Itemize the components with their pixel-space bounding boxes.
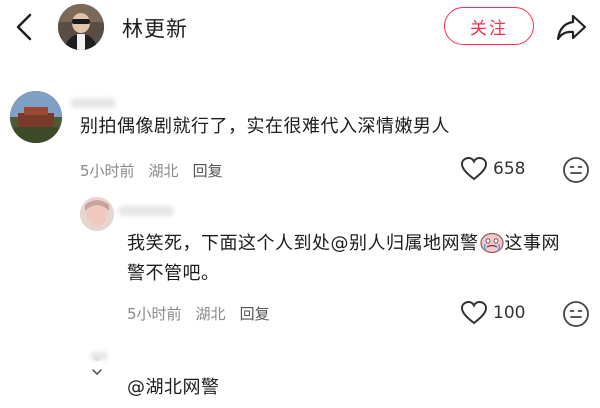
like-count: 100	[493, 303, 526, 323]
like-button[interactable]: 658	[461, 157, 525, 181]
emoji-reaction-button[interactable]	[562, 300, 590, 328]
top-bar: 林更新 关注	[0, 0, 600, 60]
reply-location: 湖北	[195, 305, 226, 323]
chevron-left-icon	[16, 13, 32, 41]
commenter-avatar[interactable]	[10, 91, 62, 143]
comment-text: 别拍偶像剧就行了，实在很难代入深情嫩男人	[80, 116, 450, 137]
author-name: 林更新	[122, 17, 188, 41]
reply-time: 5小时前	[127, 305, 182, 323]
crying-face-emoji	[479, 232, 504, 253]
third-comment-text: @湖北网警	[127, 377, 220, 398]
follow-button[interactable]: 关注	[444, 7, 534, 45]
emoji-reaction-button[interactable]	[562, 156, 590, 184]
reply-meta: 5小时前 湖北 回复	[127, 303, 270, 324]
heart-outline-icon	[461, 157, 487, 181]
smiley-face-icon	[563, 157, 589, 183]
like-button[interactable]: 100	[461, 301, 525, 325]
third-commenter-name-blurred	[90, 352, 108, 360]
smiley-face-icon	[563, 301, 589, 327]
reply-button[interactable]: 回复	[240, 303, 270, 324]
heart-outline-icon	[461, 301, 487, 325]
comment-time: 5小时前	[80, 162, 135, 180]
comment-meta: 5小时前 湖北 回复	[80, 160, 223, 181]
share-button[interactable]	[554, 10, 588, 44]
replier-name-blurred	[118, 206, 174, 216]
share-arrow-icon	[556, 14, 587, 41]
back-button[interactable]	[10, 10, 40, 44]
reply-text: 我笑死，下面这个人到处@别人归属地网警 这事网警不管吧。	[127, 229, 567, 289]
reply-button[interactable]: 回复	[193, 160, 223, 181]
author-avatar[interactable]	[58, 4, 104, 50]
reply-text-part-1: 我笑死，下面这个人到处@别人归属地网警	[127, 233, 479, 254]
like-count: 658	[493, 159, 526, 179]
commenter-name-blurred	[70, 98, 116, 108]
comment-location: 湖北	[148, 162, 179, 180]
replier-avatar[interactable]	[80, 197, 114, 231]
